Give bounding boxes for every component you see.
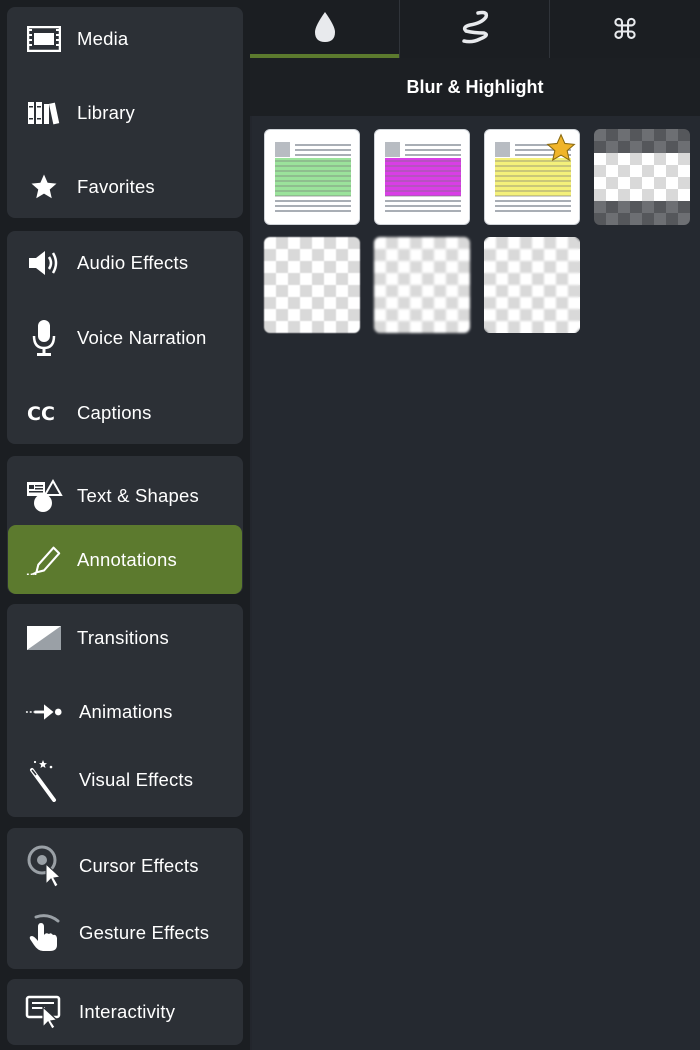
sidebar-group-audio: Audio Effects Voice Narration CC Caption…	[7, 231, 243, 444]
sidebar-item-label: Visual Effects	[79, 769, 194, 790]
sidebar-item-text-shapes[interactable]: Text & Shapes	[7, 464, 243, 528]
command-key-icon: ⌘	[611, 12, 639, 46]
sidebar-group-cursor: Cursor Effects Gesture Effects	[7, 828, 243, 969]
text-shapes-icon	[25, 477, 63, 515]
speaker-icon	[25, 244, 63, 282]
sidebar-item-label: Cursor Effects	[79, 855, 199, 876]
cursor-target-icon	[25, 845, 63, 888]
highlight-area	[275, 158, 351, 197]
transition-icon	[25, 619, 63, 657]
cc-icon: CC	[25, 394, 63, 432]
highlight-preset-yellow[interactable]	[484, 129, 580, 225]
sidebar-item-voice-narration[interactable]: Voice Narration	[7, 306, 243, 370]
blur-preset-3[interactable]	[484, 237, 580, 333]
sidebar-item-label: Text & Shapes	[77, 485, 199, 506]
film-strip-icon	[25, 20, 63, 58]
sidebar-item-label: Animations	[79, 701, 173, 722]
section-title: Blur & Highlight	[406, 76, 544, 97]
pen-annotation-icon	[25, 541, 63, 579]
sidebar-item-library[interactable]: Library	[7, 81, 243, 145]
sidebar-item-interactivity[interactable]: Interactivity	[7, 980, 243, 1044]
highlight-preset-green[interactable]	[264, 129, 360, 225]
spotlight-preset[interactable]	[594, 129, 690, 225]
magic-wand-icon	[25, 760, 63, 802]
sidebar-item-label: Interactivity	[79, 1001, 176, 1022]
sidebar-item-label: Annotations	[77, 548, 177, 570]
microphone-icon	[25, 319, 63, 357]
blur-preset-1[interactable]	[264, 237, 360, 333]
sidebar-item-annotations[interactable]: Annotations	[8, 525, 242, 594]
sidebar-item-label: Favorites	[77, 176, 155, 197]
sidebar-item-label: Captions	[77, 402, 152, 423]
tab-sketch-motion[interactable]	[400, 0, 550, 58]
sidebar-item-audio-effects[interactable]: Audio Effects	[7, 231, 243, 295]
star-icon	[25, 168, 63, 206]
highlight-preset-magenta[interactable]	[374, 129, 470, 225]
highlight-area	[385, 158, 461, 197]
hand-gesture-icon	[25, 914, 63, 952]
annotation-tabs: ⌘	[250, 0, 700, 58]
books-icon	[25, 94, 63, 132]
tab-keystroke[interactable]: ⌘	[550, 0, 700, 58]
annotations-panel: ⌘ Blur & Highlight	[250, 0, 700, 1050]
sidebar-item-label: Voice Narration	[77, 327, 207, 348]
screen-cursor-icon	[25, 993, 63, 1031]
squiggle-icon	[458, 9, 492, 50]
sidebar-item-visual-effects[interactable]: Visual Effects	[7, 748, 243, 812]
blur-preset-2[interactable]	[374, 237, 470, 333]
preset-grid	[252, 116, 700, 1050]
section-header: Blur & Highlight	[250, 58, 700, 116]
sidebar-group-media: Media Library Favorites	[7, 7, 243, 218]
sidebar-group-effects: Transitions Animations Visual Effects	[7, 604, 243, 817]
drop-icon	[313, 11, 337, 48]
sidebar: Media Library Favorites Audio Effects Vo…	[0, 0, 250, 1050]
sidebar-item-label: Gesture Effects	[79, 922, 210, 943]
sidebar-group-interactivity: Interactivity	[7, 979, 243, 1045]
favorite-star-icon	[545, 132, 577, 169]
sidebar-item-animations[interactable]: Animations	[7, 680, 243, 744]
sidebar-item-cursor-effects[interactable]: Cursor Effects	[7, 834, 243, 898]
svg-text:CC: CC	[27, 403, 55, 425]
tab-blur-highlight[interactable]	[250, 0, 400, 58]
sidebar-item-label: Media	[77, 28, 129, 49]
sidebar-item-gesture-effects[interactable]: Gesture Effects	[7, 901, 243, 965]
sidebar-item-transitions[interactable]: Transitions	[7, 606, 243, 670]
sidebar-item-label: Library	[77, 102, 135, 123]
arrow-animation-icon	[25, 693, 63, 731]
sidebar-item-captions[interactable]: CC Captions	[7, 381, 243, 445]
sidebar-item-label: Transitions	[77, 627, 169, 648]
sidebar-item-media[interactable]: Media	[7, 7, 243, 71]
sidebar-item-label: Audio Effects	[77, 252, 189, 273]
sidebar-item-favorites[interactable]: Favorites	[7, 155, 243, 219]
